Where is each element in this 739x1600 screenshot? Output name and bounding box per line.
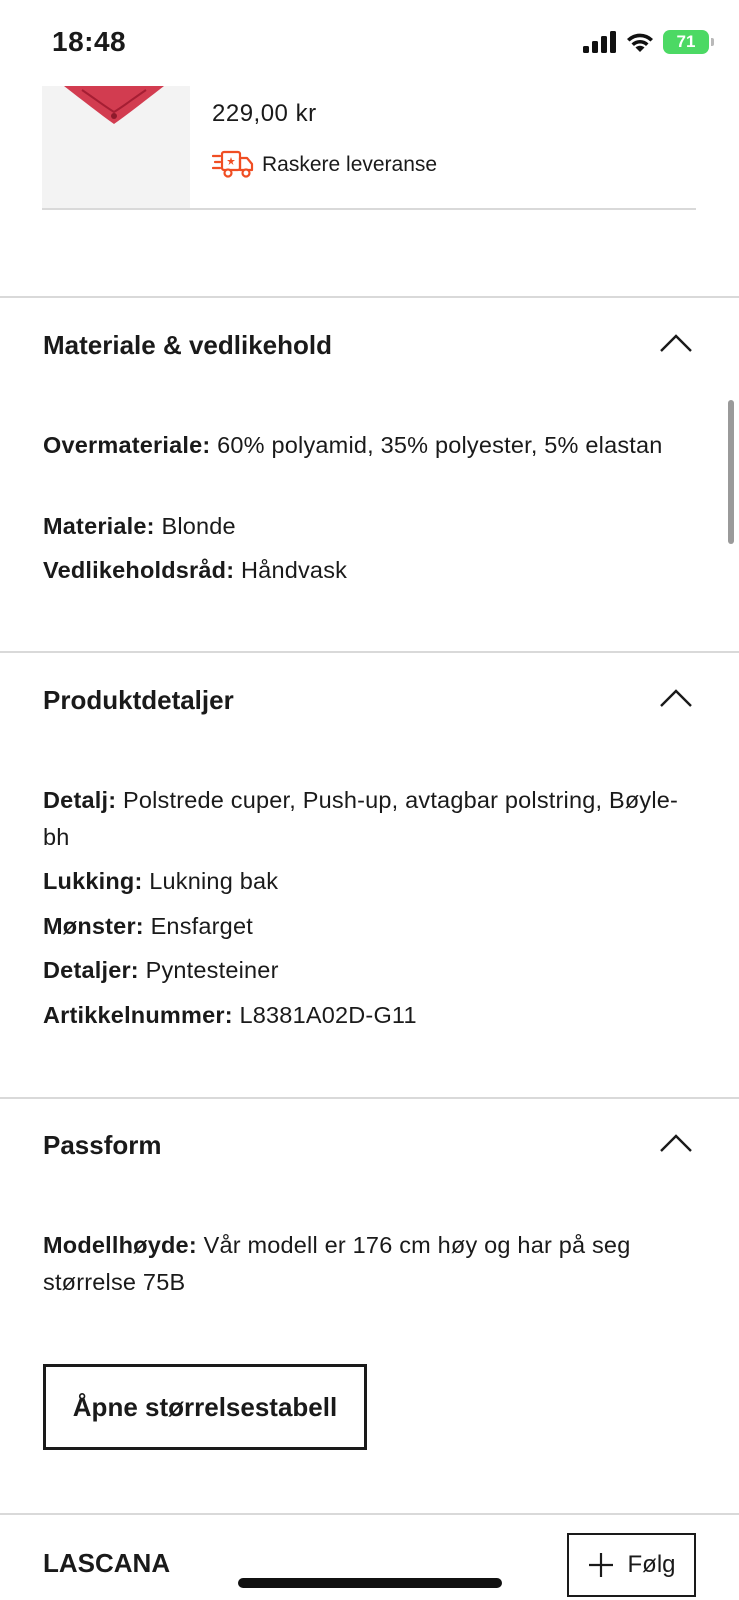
chevron-up-icon[interactable] — [659, 333, 693, 353]
cellular-signal-icon — [583, 31, 616, 53]
section-material-title[interactable]: Materiale & vedlikehold — [43, 330, 332, 361]
size-table-button[interactable]: Åpne størrelsestabell — [43, 1364, 367, 1450]
delivery-label: Raskere leveranse — [262, 153, 438, 176]
field-value: L8381A02D-G11 — [239, 1002, 417, 1028]
status-icons: 71 — [583, 30, 714, 54]
delivery-badge: Raskere leveranse — [212, 150, 437, 180]
field-value: Lukning bak — [149, 868, 279, 894]
chevron-up-icon[interactable] — [659, 1133, 693, 1153]
product-thumbnail[interactable] — [42, 86, 190, 208]
field-label: Artikkelnummer: — [43, 1002, 233, 1028]
field-value: Håndvask — [241, 557, 348, 583]
field-modellhoyde: Modellhøyde: Vår modell er 176 cm høy og… — [43, 1227, 693, 1301]
field-value: Pyntesteiner — [145, 957, 279, 983]
field-detalj: Detalj: Polstrede cuper, Push-up, avtagb… — [43, 782, 693, 856]
field-monster: Mønster: Ensfarget — [43, 908, 693, 945]
status-bar: 18:48 71 — [0, 0, 739, 86]
battery-level: 71 — [676, 32, 696, 51]
field-overmateriale: Overmateriale: 60% polyamid, 35% polyest… — [43, 427, 693, 464]
field-label: Detalj: — [43, 787, 117, 813]
field-label: Mønster: — [43, 913, 144, 939]
field-value: Blonde — [161, 513, 236, 539]
field-detaljer: Detaljer: Pyntesteiner — [43, 952, 693, 989]
follow-label: Følg — [627, 1551, 676, 1578]
brand-name[interactable]: LASCANA — [43, 1548, 170, 1579]
battery-icon: 71 — [663, 30, 714, 54]
section-divider — [0, 1513, 739, 1515]
field-value: Polstrede cuper, Push-up, avtagbar polst… — [43, 787, 679, 850]
plus-icon — [588, 1553, 613, 1577]
section-divider — [0, 651, 739, 653]
field-label: Modellhøyde: — [43, 1232, 197, 1258]
field-label: Detaljer: — [43, 957, 139, 983]
follow-button[interactable]: Følg — [567, 1533, 696, 1597]
field-materiale: Materiale: Blonde — [43, 508, 693, 545]
field-vedlikeholdsrad: Vedlikeholdsråd: Håndvask — [43, 552, 693, 589]
product-price: 229,00 kr — [212, 100, 317, 127]
field-label: Overmateriale: — [43, 432, 211, 458]
section-divider — [0, 296, 739, 298]
field-value: 60% polyamid, 35% polyester, 5% elastan — [217, 432, 663, 458]
fast-delivery-truck-icon — [212, 150, 254, 178]
product-card[interactable]: 229,00 kr Raskere leveranse — [42, 86, 696, 210]
field-lukking: Lukking: Lukning bak — [43, 863, 693, 900]
field-label: Vedlikeholdsråd: — [43, 557, 235, 583]
scrollbar[interactable] — [728, 400, 734, 544]
product-image — [64, 86, 164, 124]
field-artikkelnummer: Artikkelnummer: L8381A02D-G11 — [43, 997, 693, 1034]
home-indicator[interactable] — [238, 1578, 502, 1588]
section-divider — [0, 1097, 739, 1099]
wifi-icon — [627, 33, 653, 52]
field-label: Materiale: — [43, 513, 155, 539]
field-value: Ensfarget — [150, 913, 253, 939]
field-label: Lukking: — [43, 868, 143, 894]
section-fit-title[interactable]: Passform — [43, 1130, 162, 1161]
section-details-title[interactable]: Produktdetaljer — [43, 685, 234, 716]
status-time: 18:48 — [52, 26, 127, 57]
chevron-up-icon[interactable] — [659, 688, 693, 708]
